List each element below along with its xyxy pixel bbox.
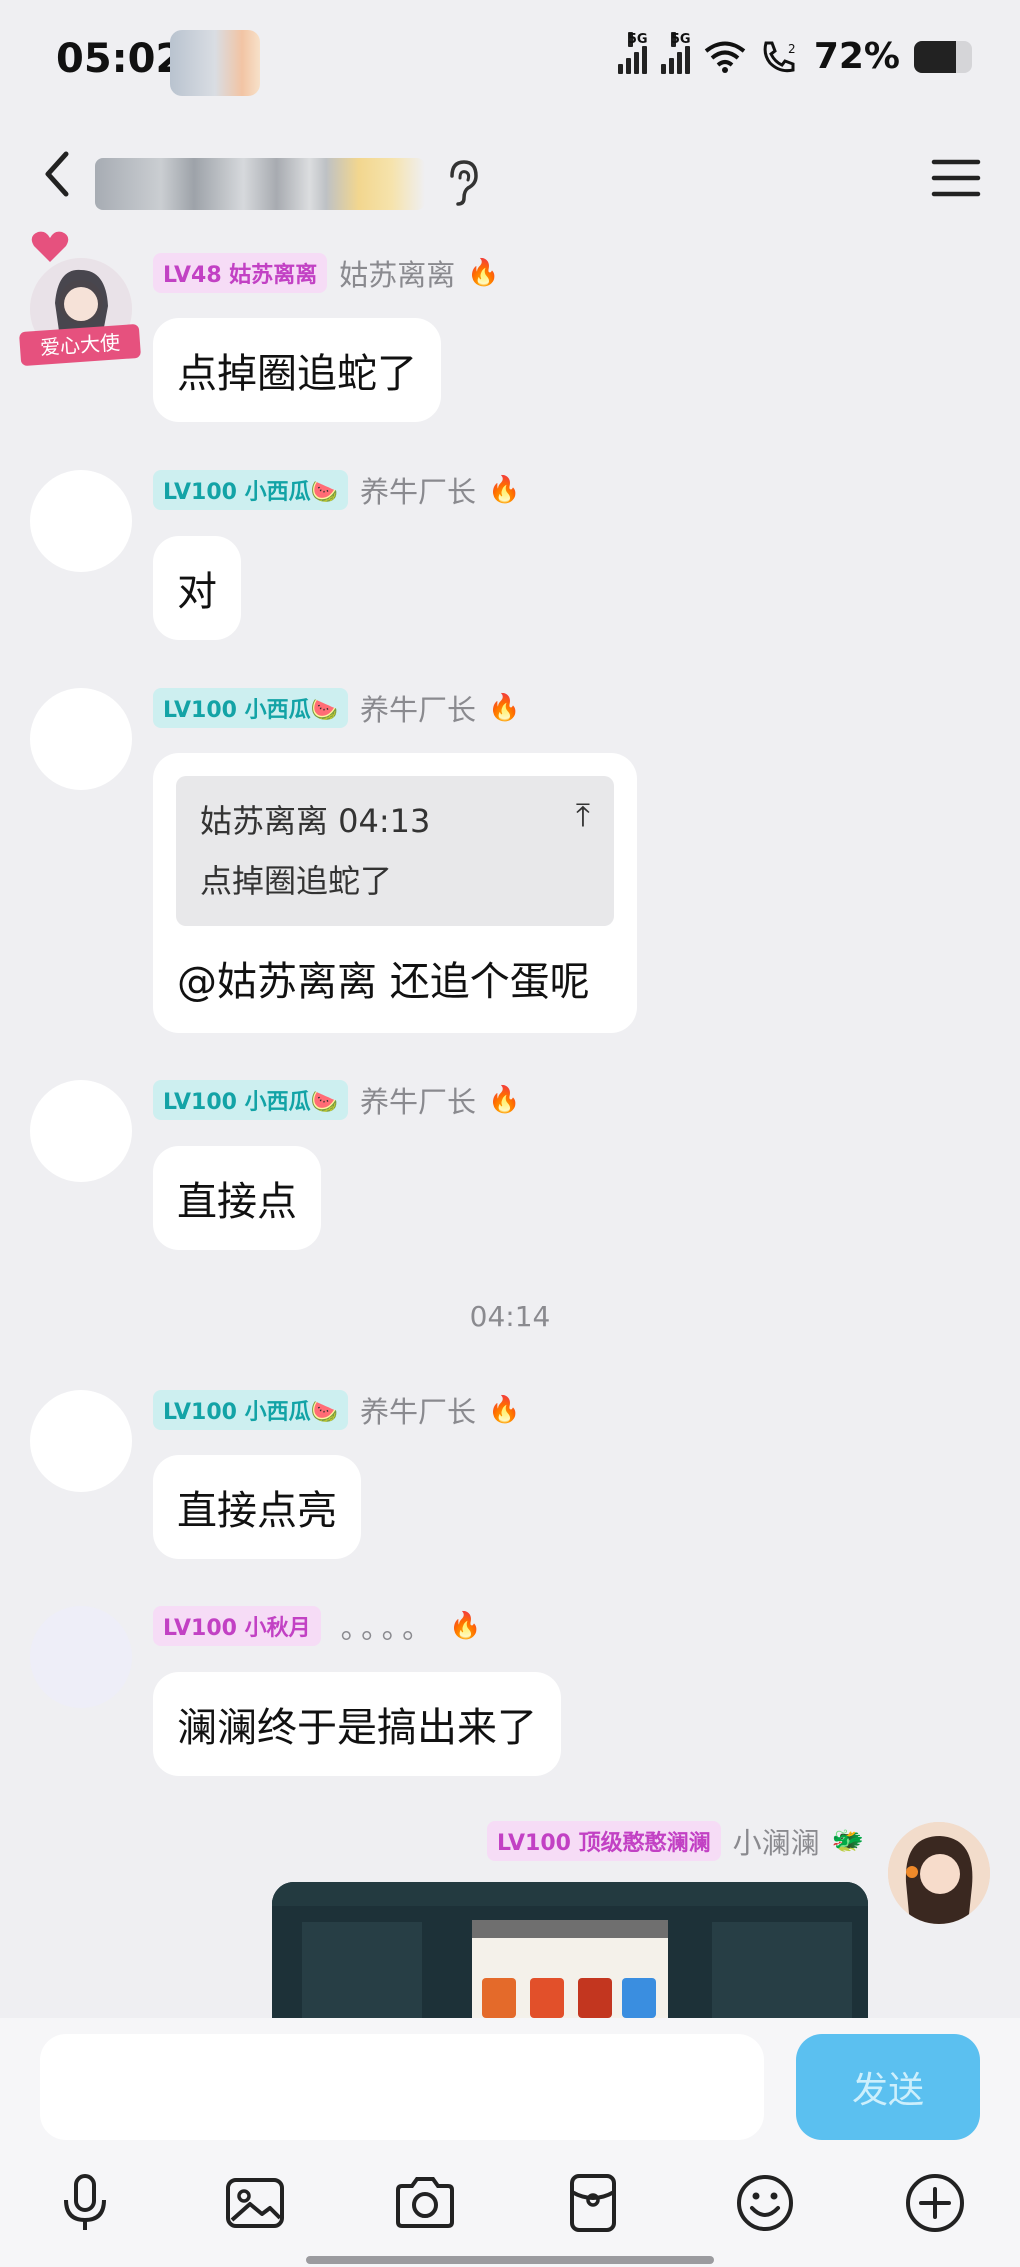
avatar[interactable] [30, 688, 132, 790]
avatar[interactable] [30, 1390, 132, 1492]
quote-header: 姑苏离离 04:13 ⤒ [200, 796, 590, 842]
network-type-label-2: 5G [670, 31, 691, 47]
avatar-frame-label: 爱心大使 [18, 323, 142, 367]
nickname: 养牛厂长 [360, 1085, 477, 1119]
arrow-up-icon[interactable]: ⤒ [576, 796, 590, 842]
red-packet-icon[interactable] [560, 2170, 626, 2236]
level-badge: LV100 小秋月 [153, 1606, 321, 1646]
message-bubble[interactable]: 点掉圈追蛇了 [153, 318, 441, 422]
nickname: 养牛厂长 [360, 693, 477, 727]
home-indicator[interactable] [306, 2256, 714, 2264]
fire-icon: 🔥 [488, 693, 521, 723]
chevron-left-icon[interactable] [30, 144, 90, 204]
status-indicators: 5G 5G 2 72% [617, 31, 972, 77]
status-bar: 05:02 5G 5G 2 72% [0, 0, 1020, 120]
dialog-panel [472, 1920, 668, 2018]
input-bar: 发送 [0, 2018, 1020, 2267]
emoji-icon[interactable] [732, 2170, 798, 2236]
quoted-message[interactable]: 姑苏离离 04:13 ⤒ 点掉圈追蛇了 [176, 776, 614, 926]
quote-author-time: 姑苏离离 04:13 [200, 802, 431, 840]
nickname: 养牛厂长 [360, 475, 477, 509]
network-type-label: 5G [627, 31, 648, 47]
battery-icon [914, 40, 972, 73]
dragon-icon: 🐲 [831, 1826, 864, 1856]
message-input[interactable] [40, 2034, 764, 2140]
fire-icon: 🔥 [488, 1395, 521, 1425]
dialog-title [472, 1920, 668, 1938]
level-badge: LV100 顶级憨憨澜澜 [487, 1821, 721, 1861]
chat-header [0, 120, 1020, 230]
message-meta: LV100 顶级憨憨澜澜 小澜澜 🐲 [487, 1820, 864, 1862]
group-title-blurred [95, 158, 425, 210]
message-meta: LV100 小西瓜🍉 养牛厂长 🔥 [153, 469, 520, 511]
message-bubble-quote[interactable]: 姑苏离离 04:13 ⤒ 点掉圈追蛇了 @姑苏离离 还追个蛋呢 [153, 753, 637, 1033]
nickname: 养牛厂长 [360, 1395, 477, 1429]
svg-text:2: 2 [788, 42, 796, 56]
camera-icon[interactable] [392, 2170, 458, 2236]
message-meta: LV100 小西瓜🍉 养牛厂长 🔥 [153, 1079, 520, 1121]
fire-icon: 🔥 [467, 258, 500, 288]
call-icon: 2 [763, 41, 796, 72]
heart-icon [31, 231, 69, 262]
nickname: 。。。。 [340, 1611, 438, 1645]
ear-icon[interactable] [440, 154, 486, 210]
message-text: @姑苏离离 还追个蛋呢 [177, 959, 590, 1005]
card [622, 1978, 656, 2018]
message-meta: LV100 小秋月 。。。。 🔥 [153, 1605, 482, 1647]
battery-fill [914, 40, 956, 73]
wifi-icon [704, 41, 746, 73]
quote-text: 点掉圈追蛇了 [200, 862, 393, 900]
fire-icon: 🔥 [449, 1611, 482, 1641]
nickname: 小澜澜 [732, 1826, 820, 1860]
card [530, 1978, 564, 2018]
microphone-icon[interactable] [52, 2170, 118, 2236]
message-bubble[interactable]: 对 [153, 536, 241, 640]
avatar[interactable] [30, 1080, 132, 1182]
nickname: 姑苏离离 [339, 258, 456, 292]
level-badge: LV100 小西瓜🍉 [153, 688, 348, 728]
send-button[interactable]: 发送 [796, 2034, 980, 2140]
message-bubble[interactable]: 直接点亮 [153, 1455, 361, 1559]
card [578, 1978, 612, 2018]
message-meta: LV100 小西瓜🍉 养牛厂长 🔥 [153, 687, 520, 729]
self-avatar[interactable] [888, 1822, 990, 1924]
image-message[interactable] [272, 1882, 868, 2018]
avatar[interactable] [30, 1606, 132, 1708]
plus-icon[interactable] [902, 2170, 968, 2236]
hamburger-icon[interactable] [926, 148, 986, 208]
avatar-image [888, 1822, 990, 1924]
notification-icon-blurred [170, 30, 260, 96]
avatar[interactable] [30, 470, 132, 572]
fire-icon: 🔥 [488, 1085, 521, 1115]
level-badge: LV100 小西瓜🍉 [153, 1390, 348, 1430]
fire-icon: 🔥 [488, 475, 521, 505]
message-meta: LV100 小西瓜🍉 养牛厂长 🔥 [153, 1389, 520, 1431]
level-badge: LV100 小西瓜🍉 [153, 1080, 348, 1120]
card [482, 1978, 516, 2018]
message-bubble[interactable]: 直接点 [153, 1146, 321, 1250]
image-icon[interactable] [222, 2170, 288, 2236]
time-separator: 04:14 [469, 1300, 551, 1333]
battery-percent: 72% [813, 36, 900, 77]
signal-icon: 5G [617, 31, 648, 74]
level-badge: LV48 姑苏离离 [153, 253, 328, 293]
message-meta: LV48 姑苏离离 姑苏离离 🔥 [153, 252, 500, 294]
message-bubble[interactable]: 澜澜终于是搞出来了 [153, 1672, 561, 1776]
level-badge: LV100 小西瓜🍉 [153, 470, 348, 510]
status-time: 05:02 [56, 36, 184, 82]
signal-icon-2: 5G [660, 31, 691, 74]
